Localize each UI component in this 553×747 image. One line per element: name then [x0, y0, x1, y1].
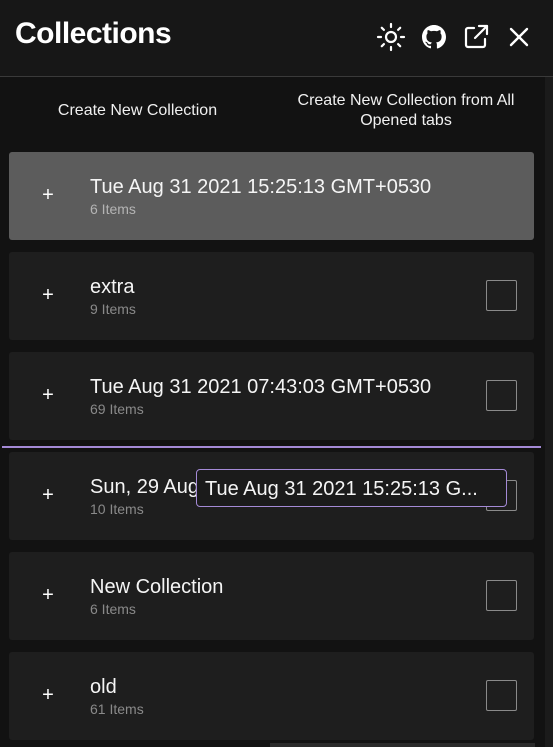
collection-checkbox[interactable]: [486, 680, 517, 711]
collection-checkbox[interactable]: [486, 580, 517, 611]
collection-card[interactable]: + old 61 Items: [9, 652, 534, 740]
collection-card[interactable]: + Tue Aug 31 2021 07:43:03 GMT+0530 69 I…: [9, 352, 534, 440]
actions-bar: Create New Collection Create New Collect…: [0, 77, 553, 145]
expand-plus-icon[interactable]: +: [41, 685, 55, 705]
expand-plus-icon[interactable]: +: [41, 385, 55, 405]
expand-plus-icon[interactable]: +: [41, 185, 55, 205]
bottom-edge-divider: [270, 743, 535, 747]
create-collection-button[interactable]: Create New Collection: [45, 101, 230, 121]
scrollbar[interactable]: [545, 77, 553, 747]
external-link-icon[interactable]: [461, 22, 491, 52]
collection-count: 69 Items: [90, 401, 144, 417]
collection-name: old: [90, 676, 117, 698]
collection-count: 10 Items: [90, 501, 144, 517]
collection-name: Tue Aug 31 2021 15:25:13 GMT+0530: [90, 176, 432, 198]
close-icon[interactable]: [504, 22, 534, 52]
collection-count: 9 Items: [90, 301, 136, 317]
collection-name: New Collection: [90, 576, 224, 598]
collection-name: extra: [90, 276, 135, 298]
page-title: Collections: [15, 17, 172, 50]
github-icon[interactable]: [419, 22, 449, 52]
expand-plus-icon[interactable]: +: [41, 585, 55, 605]
collection-checkbox[interactable]: [486, 280, 517, 311]
collection-card[interactable]: + extra 9 Items: [9, 252, 534, 340]
header: Collections: [0, 0, 553, 77]
collection-name: Sun, 29 Aug: [90, 476, 199, 498]
collection-card[interactable]: + New Collection 6 Items: [9, 552, 534, 640]
create-from-tabs-button[interactable]: Create New Collection from All Opened ta…: [285, 91, 527, 131]
expand-plus-icon[interactable]: +: [41, 485, 55, 505]
sun-icon[interactable]: [376, 22, 406, 52]
collection-count: 6 Items: [90, 201, 136, 217]
expand-plus-icon[interactable]: +: [41, 285, 55, 305]
collection-checkbox[interactable]: [486, 380, 517, 411]
drop-indicator: [2, 446, 541, 448]
collection-card[interactable]: + Tue Aug 31 2021 15:25:13 GMT+0530 6 It…: [9, 152, 534, 240]
collection-count: 6 Items: [90, 601, 136, 617]
collection-count: 61 Items: [90, 701, 144, 717]
collection-name: Tue Aug 31 2021 07:43:03 GMT+0530: [90, 376, 432, 398]
drag-preview[interactable]: Tue Aug 31 2021 15:25:13 G...: [196, 469, 507, 507]
